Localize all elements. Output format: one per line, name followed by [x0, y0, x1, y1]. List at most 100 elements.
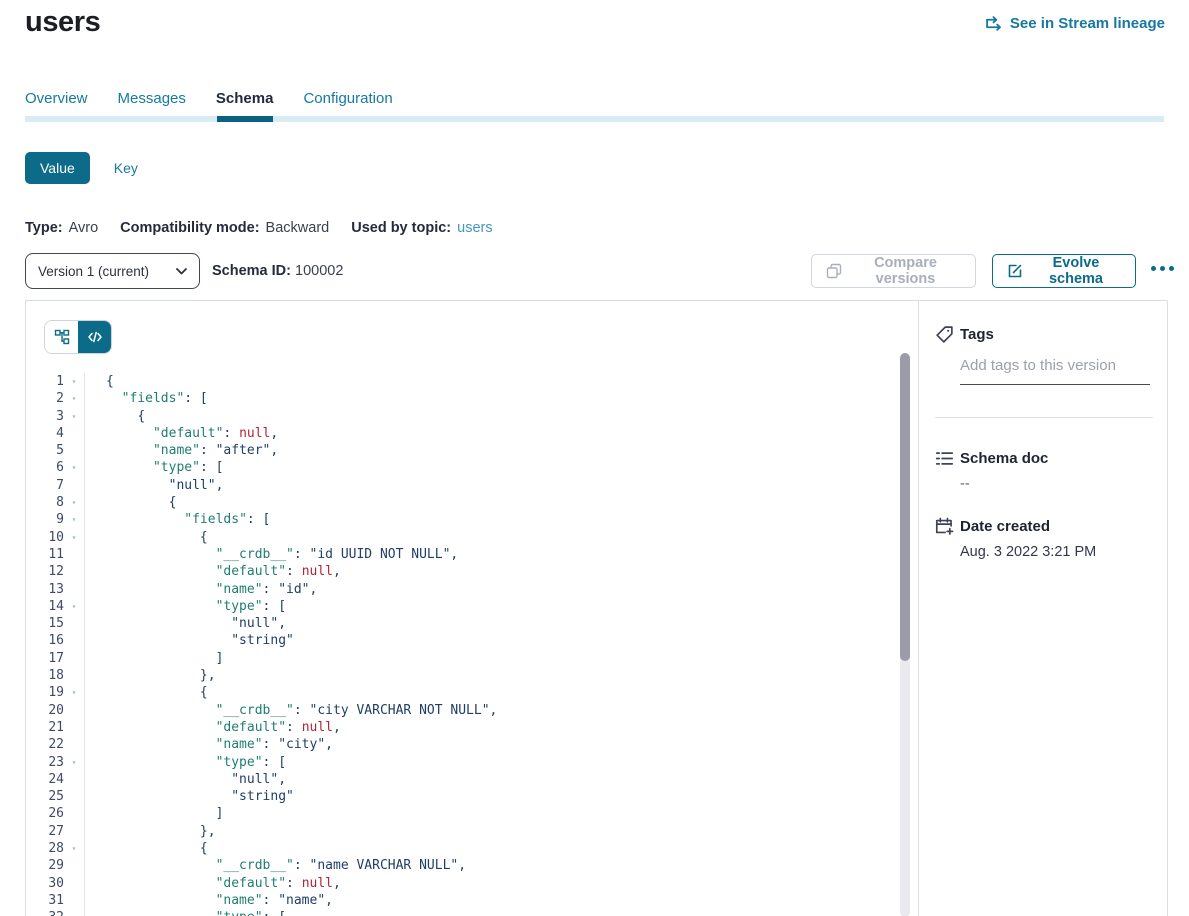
- fold-gutter: [64, 805, 85, 822]
- code-line: 7 "null",: [26, 477, 894, 494]
- tags-heading: Tags: [960, 326, 994, 343]
- code-line-text: {: [85, 408, 145, 425]
- code-line-text: "__crdb__": "id UUID NOT NULL",: [85, 546, 458, 563]
- line-number: 8: [26, 494, 64, 511]
- line-number: 1: [26, 373, 64, 390]
- fold-gutter: [64, 667, 85, 684]
- schema-panel: 1▾{2▾ "fields": [3▾ {4 "default": null,5…: [25, 300, 1168, 916]
- dot: [1160, 266, 1165, 271]
- line-number: 2: [26, 390, 64, 407]
- sidebar-divider: [935, 417, 1153, 418]
- code-line-text: ]: [85, 805, 223, 822]
- code-line: 21 "default": null,: [26, 719, 894, 736]
- code-line: 27 },: [26, 823, 894, 840]
- code-line-text: "string": [85, 632, 294, 649]
- code-line: 1▾{: [26, 373, 894, 390]
- version-select-value: Version 1 (current): [38, 264, 149, 279]
- code-line: 3▾ {: [26, 408, 894, 425]
- line-number: 11: [26, 546, 64, 563]
- code-line: 19▾ {: [26, 684, 894, 701]
- code-line: 22 "name": "city",: [26, 736, 894, 753]
- fold-gutter: [64, 823, 85, 840]
- fold-toggle-icon[interactable]: ▾: [64, 494, 85, 511]
- fold-toggle-icon[interactable]: ▾: [64, 754, 85, 771]
- code-line-text: {: [85, 373, 114, 390]
- page-title: users: [25, 6, 100, 39]
- add-tags-input[interactable]: [960, 357, 1150, 385]
- value-tab-button[interactable]: Value: [25, 152, 90, 184]
- code-line-text: },: [85, 823, 216, 840]
- tree-view-button[interactable]: [45, 321, 78, 353]
- code-scrollbar-thumb[interactable]: [900, 353, 910, 661]
- fold-toggle-icon[interactable]: ▾: [64, 390, 85, 407]
- fold-toggle-icon[interactable]: ▾: [64, 598, 85, 615]
- tab-messages[interactable]: Messages: [118, 90, 186, 117]
- line-number: 20: [26, 702, 64, 719]
- line-number: 12: [26, 563, 64, 580]
- code-line: 16 "string": [26, 632, 894, 649]
- line-number: 9: [26, 511, 64, 528]
- code-line: 31 "name": "name",: [26, 892, 894, 909]
- tab-bar: Overview Messages Schema Configuration: [25, 90, 393, 117]
- compare-versions-button[interactable]: Compare versions: [811, 254, 976, 288]
- code-line-text: "default": null,: [85, 563, 341, 580]
- fold-gutter: [64, 425, 85, 442]
- code-line-text: "default": null,: [85, 875, 341, 892]
- code-line: 25 "string": [26, 788, 894, 805]
- more-options-button[interactable]: [1147, 262, 1178, 275]
- fold-toggle-icon[interactable]: ▾: [64, 408, 85, 425]
- line-number: 10: [26, 529, 64, 546]
- code-line: 15 "null",: [26, 615, 894, 632]
- code-editor: 1▾{2▾ "fields": [3▾ {4 "default": null,5…: [26, 373, 894, 916]
- type-value: Avro: [69, 220, 99, 236]
- code-line: 8▾ {: [26, 494, 894, 511]
- code-line-text: "name": "city",: [85, 736, 333, 753]
- code-line: 2▾ "fields": [: [26, 390, 894, 407]
- fold-toggle-icon[interactable]: ▾: [64, 840, 85, 857]
- code-line: 4 "default": null,: [26, 425, 894, 442]
- compatibility-mode-label: Compatibility mode:: [120, 220, 259, 236]
- fold-toggle-icon[interactable]: ▾: [64, 529, 85, 546]
- tab-schema[interactable]: Schema: [216, 90, 274, 117]
- fold-gutter: [64, 615, 85, 632]
- compatibility-mode-value: Backward: [266, 220, 330, 236]
- line-number: 13: [26, 581, 64, 598]
- code-line-text: "name": "after",: [85, 442, 278, 459]
- code-line-text: {: [85, 494, 176, 511]
- tab-overview[interactable]: Overview: [25, 90, 88, 117]
- fold-toggle-icon[interactable]: ▾: [64, 459, 85, 476]
- code-line-text: "type": [: [85, 598, 286, 615]
- fold-gutter: [64, 788, 85, 805]
- fold-toggle-icon[interactable]: ▾: [64, 909, 85, 916]
- tree-view-icon: [54, 329, 70, 345]
- code-view-button[interactable]: [78, 321, 111, 353]
- see-in-stream-lineage-link[interactable]: See in Stream lineage: [986, 15, 1165, 32]
- fold-toggle-icon[interactable]: ▾: [64, 684, 85, 701]
- code-line-text: "default": null,: [85, 719, 341, 736]
- evolve-schema-button[interactable]: Evolve schema: [992, 254, 1136, 288]
- line-number: 22: [26, 736, 64, 753]
- chevron-down-icon: [176, 268, 187, 275]
- version-select[interactable]: Version 1 (current): [25, 253, 200, 289]
- fold-toggle-icon[interactable]: ▾: [64, 373, 85, 390]
- fold-gutter: [64, 719, 85, 736]
- key-tab-button[interactable]: Key: [114, 160, 138, 176]
- line-number: 29: [26, 857, 64, 874]
- tab-configuration[interactable]: Configuration: [303, 90, 392, 117]
- used-by-topic-link[interactable]: users: [457, 220, 492, 236]
- code-line-text: "default": null,: [85, 425, 278, 442]
- view-mode-toggle: [44, 320, 112, 354]
- used-by-topic-label: Used by topic:: [351, 220, 451, 236]
- line-number: 31: [26, 892, 64, 909]
- code-line: 28▾ {: [26, 840, 894, 857]
- date-created-heading: Date created: [960, 518, 1050, 535]
- fold-gutter: [64, 442, 85, 459]
- dot: [1169, 266, 1174, 271]
- schema-doc-heading: Schema doc: [960, 450, 1048, 467]
- fold-gutter: [64, 650, 85, 667]
- fold-toggle-icon[interactable]: ▾: [64, 511, 85, 528]
- code-line-text: "__crdb__": "name VARCHAR NULL",: [85, 857, 466, 874]
- fold-gutter: [64, 857, 85, 874]
- line-number: 5: [26, 442, 64, 459]
- fold-gutter: [64, 546, 85, 563]
